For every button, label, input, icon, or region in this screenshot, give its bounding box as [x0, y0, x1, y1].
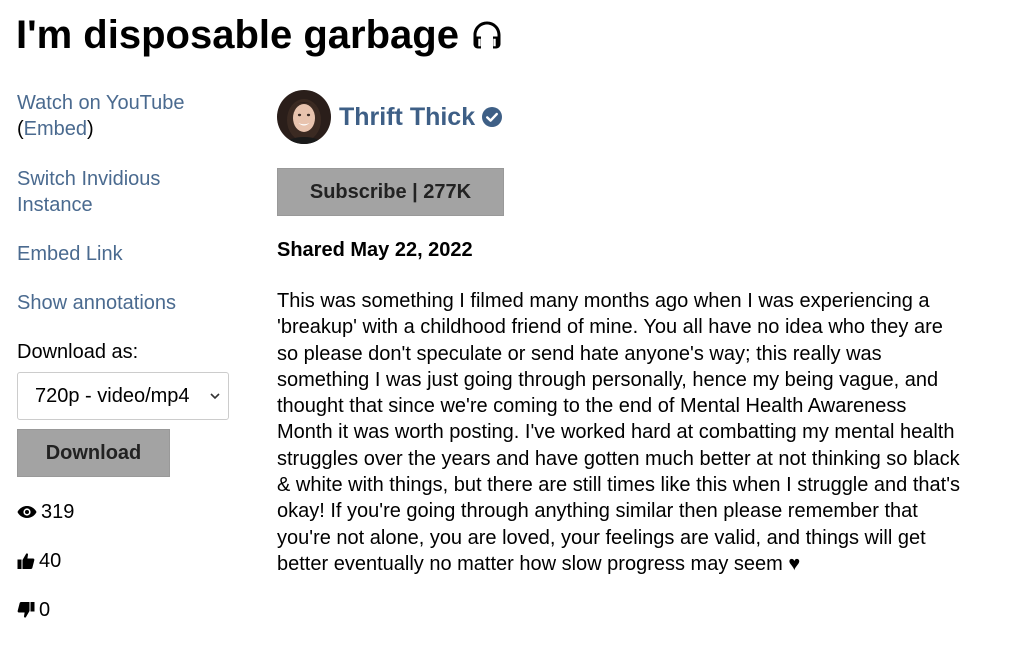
- annotations-block: Show annotations: [17, 290, 176, 316]
- chevron-down-icon: [210, 393, 220, 400]
- embed-link-block: Embed Link: [17, 241, 123, 267]
- download-button[interactable]: Download: [17, 429, 170, 477]
- video-title: I'm disposable garbage: [16, 10, 505, 60]
- thumbs-up-icon: [17, 553, 35, 569]
- embed-link[interactable]: Embed: [24, 118, 87, 140]
- video-title-text: I'm disposable garbage: [16, 13, 459, 57]
- embed-paren-open: (: [17, 118, 24, 140]
- eye-icon: [17, 506, 37, 518]
- channel-name[interactable]: Thrift Thick: [339, 103, 475, 132]
- watch-on-youtube-block: Watch on YouTube (Embed): [17, 90, 185, 142]
- views-stat: 319: [17, 499, 74, 525]
- watch-on-youtube-link[interactable]: Watch on YouTube: [17, 92, 185, 114]
- shared-date: Shared May 22, 2022: [277, 239, 473, 261]
- show-annotations-link[interactable]: Show annotations: [17, 292, 176, 314]
- channel-info: Thrift Thick: [277, 90, 503, 144]
- channel-avatar[interactable]: [277, 90, 331, 144]
- views-count: 319: [41, 501, 75, 523]
- video-page: I'm disposable garbage Watch on YouTube …: [0, 0, 1024, 655]
- dislikes-count: 0: [39, 599, 51, 621]
- thumbs-down-icon: [17, 602, 35, 618]
- video-description: This was something I filmed many months …: [277, 290, 961, 575]
- download-as-label: Download as:: [17, 341, 139, 363]
- download-format-select[interactable]: 720p - video/mp4: [17, 372, 229, 420]
- likes-count: 40: [39, 550, 62, 572]
- switch-instance-block: Switch Invidious Instance: [17, 166, 217, 218]
- likes-stat: 40: [17, 548, 61, 574]
- dislikes-stat: 0: [17, 597, 50, 623]
- headphones-icon: [473, 21, 501, 49]
- embed-link-url[interactable]: Embed Link: [17, 243, 123, 265]
- switch-instance-link[interactable]: Switch Invidious Instance: [17, 168, 160, 216]
- download-format-value: 720p - video/mp4: [35, 385, 190, 407]
- embed-paren-close: ): [87, 118, 94, 140]
- subscribe-button[interactable]: Subscribe | 277K: [277, 168, 504, 216]
- verified-check-icon: [482, 107, 503, 127]
